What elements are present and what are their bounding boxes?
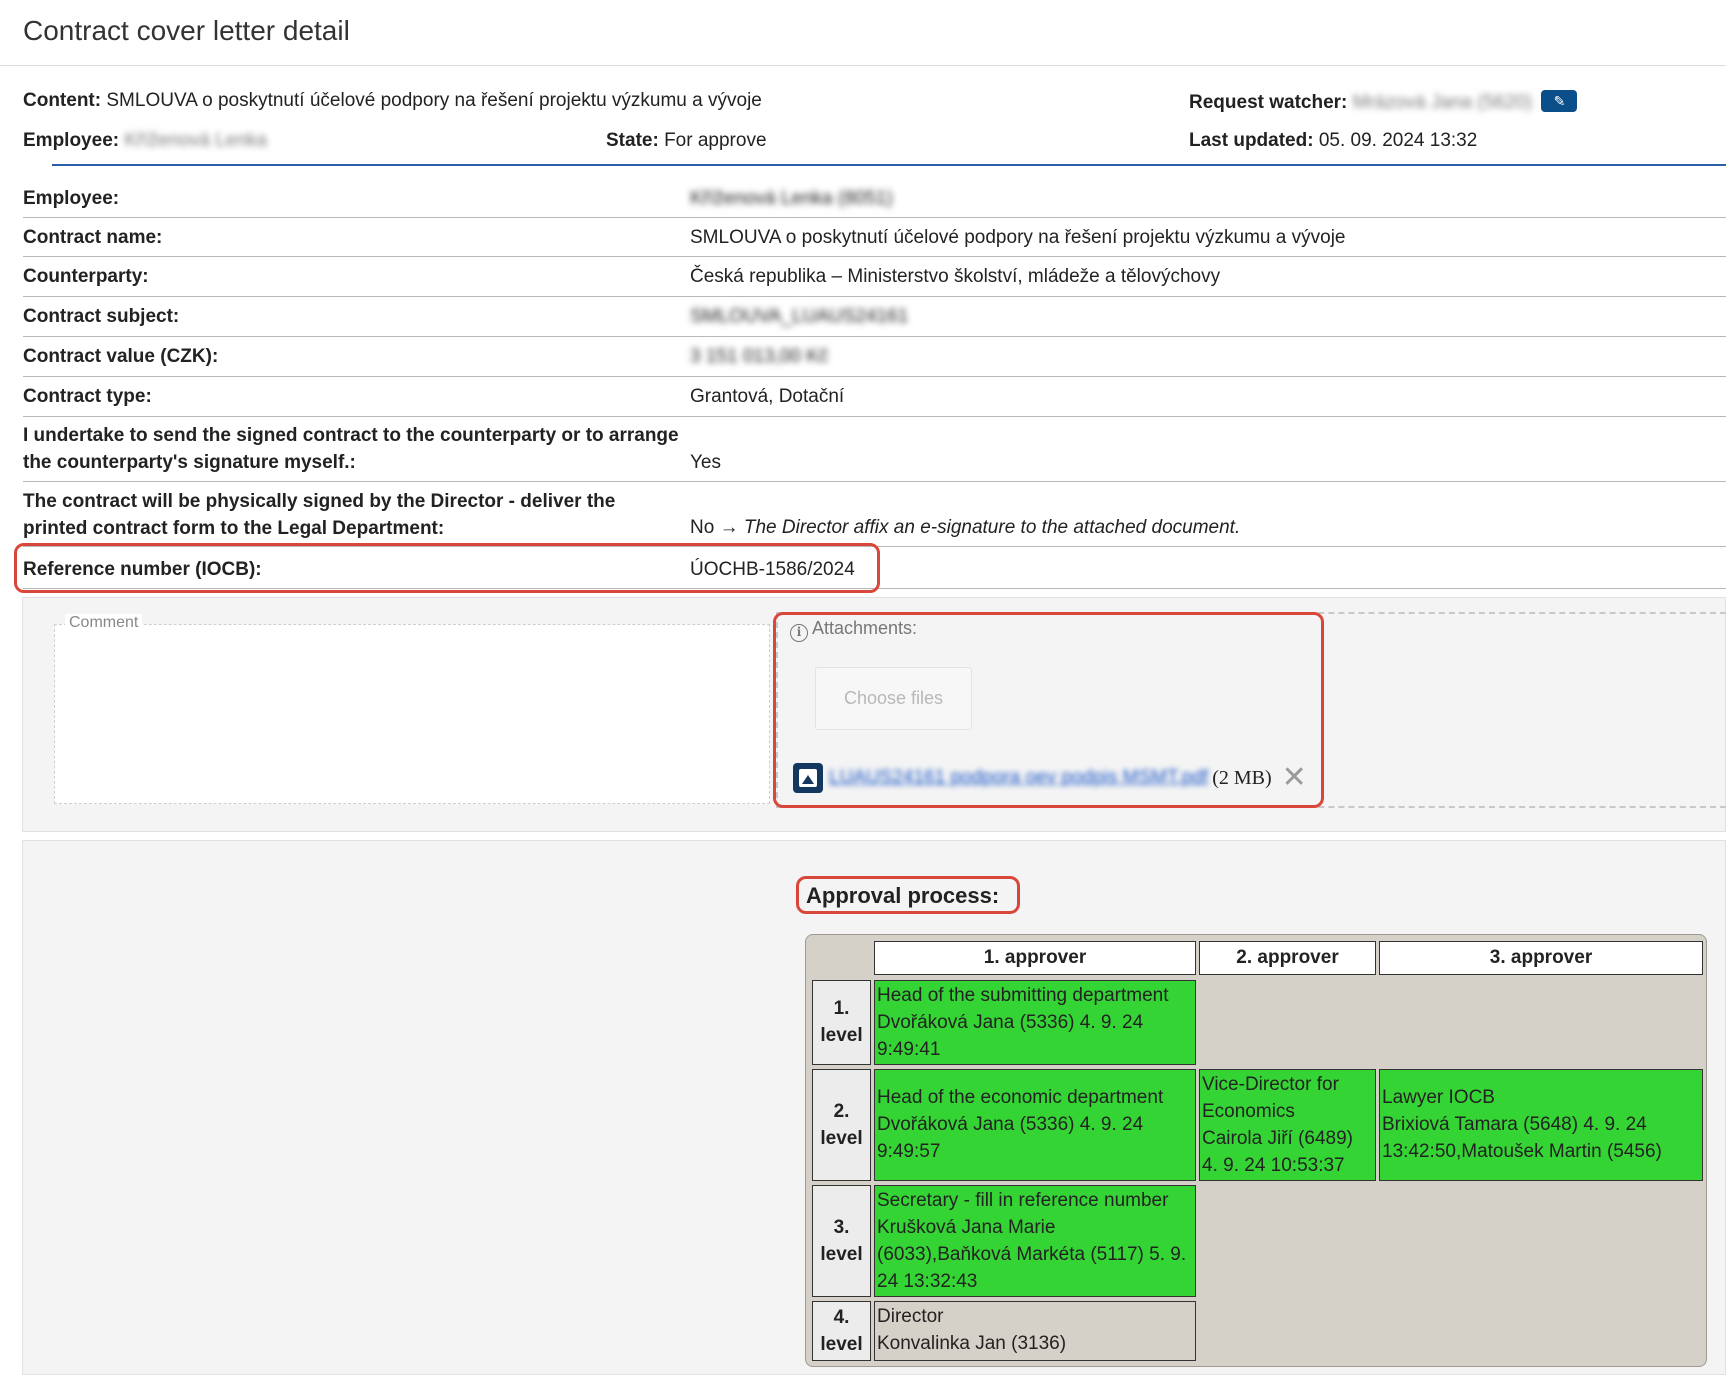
level-word: level	[820, 1128, 863, 1149]
detail-value: SMLOUVA o poskytnutí účelové podpory na …	[690, 227, 1346, 248]
detail-row-counterparty: Counterparty: Česká republika – Minister…	[23, 257, 1726, 297]
approval-cell: Secretary - fill in reference number Kru…	[874, 1185, 1196, 1297]
attachments-highlight	[773, 612, 1324, 808]
approval-role: Lawyer IOCB	[1382, 1087, 1495, 1108]
detail-row-physical: The contract will be physically signed b…	[23, 482, 1726, 547]
approval-person: Konvalinka Jan (3136)	[877, 1333, 1067, 1354]
approval-role: Vice-Director for Economics	[1202, 1074, 1339, 1122]
detail-value: No → The Director affix an e-signature t…	[690, 514, 1240, 541]
summary-state-value: For approve	[664, 130, 767, 151]
detail-label: The contract will be physically signed b…	[23, 491, 616, 539]
summary-watcher-label: Request watcher:	[1189, 92, 1348, 113]
detail-value: SMLOUVA_LUAUS24161	[690, 306, 909, 327]
page-title: Contract cover letter detail	[23, 15, 350, 46]
level-number: 4.	[833, 1307, 850, 1328]
approval-role: Head of the submitting department	[877, 985, 1169, 1006]
level-word: level	[820, 1334, 863, 1355]
detail-label: Employee:	[23, 188, 120, 209]
reference-highlight	[14, 543, 880, 593]
comment-legend: Comment	[65, 614, 143, 632]
level-word: level	[820, 1025, 863, 1046]
summary-watcher: Request watcher: Mrázová Jana (5620) ✎	[1189, 90, 1578, 114]
summary-content: Content: SMLOUVA o poskytnutí účelové po…	[23, 90, 762, 112]
detail-value: Yes	[690, 452, 721, 473]
approver-header: 1. approver	[874, 941, 1196, 975]
detail-row-undertake: I undertake to send the signed contract …	[23, 417, 1726, 482]
level-label: 3. level	[812, 1185, 871, 1297]
page-header: Contract cover letter detail	[0, 0, 1726, 66]
approval-person: Krušková Jana Marie (6033),Baňková Marké…	[877, 1217, 1187, 1292]
level-label: 1. level	[812, 980, 871, 1065]
summary-employee: Employee: Kříženová Lenka	[23, 130, 267, 152]
physical-value-prefix: No →	[690, 517, 739, 538]
summary-content-label: Content:	[23, 90, 102, 111]
summary-divider	[52, 164, 1726, 166]
approver-header: 3. approver	[1379, 941, 1703, 975]
detail-label: Contract value (CZK):	[23, 346, 219, 367]
approval-person: Cairola Jiří (6489) 4. 9. 24 10:53:37	[1202, 1128, 1353, 1176]
pencil-icon: ✎	[1553, 93, 1566, 109]
level-label: 4. level	[812, 1301, 871, 1361]
summary-employee-label: Employee:	[23, 130, 120, 151]
approval-cell: Director Konvalinka Jan (3136)	[874, 1301, 1196, 1361]
detail-row-subject: Contract subject: SMLOUVA_LUAUS24161	[23, 297, 1726, 337]
summary-content-value: SMLOUVA o poskytnutí účelové podpory na …	[106, 90, 762, 111]
level-label: 2. level	[812, 1069, 871, 1181]
level-number: 2.	[833, 1101, 850, 1122]
approval-title-highlight	[796, 876, 1020, 914]
level-number: 1.	[833, 998, 850, 1019]
approver-header: 2. approver	[1199, 941, 1376, 975]
approval-cell: Head of the economic department Dvořákov…	[874, 1069, 1196, 1181]
detail-row-contract-name: Contract name: SMLOUVA o poskytnutí účel…	[23, 218, 1726, 257]
detail-value: Kříženová Lenka (8051)	[690, 188, 893, 209]
detail-value: Grantová, Dotační	[690, 386, 845, 407]
detail-label: Contract subject:	[23, 306, 180, 327]
edit-watcher-button[interactable]: ✎	[1541, 90, 1578, 112]
detail-label: Contract name:	[23, 227, 163, 248]
summary-watcher-value: Mrázová Jana (5620)	[1352, 92, 1533, 113]
approval-person: Dvořáková Jana (5336) 4. 9. 24 9:49:41	[877, 1012, 1144, 1060]
summary-state-label: State:	[606, 130, 659, 151]
approval-table: 1. approver 2. approver 3. approver 1. l…	[805, 934, 1707, 1367]
physical-value-note: The Director affix an e-signature to the…	[743, 517, 1241, 538]
detail-row-employee: Employee: Kříženová Lenka (8051)	[23, 183, 1726, 218]
approval-role: Head of the economic department	[877, 1087, 1164, 1108]
summary-updated: Last updated: 05. 09. 2024 13:32	[1189, 130, 1477, 152]
summary-employee-value: Kříženová Lenka	[124, 130, 267, 151]
level-number: 3.	[833, 1217, 850, 1238]
approval-person: Brixiová Tamara (5648) 4. 9. 24 13:42:50…	[1382, 1114, 1662, 1162]
approval-role: Secretary - fill in reference number	[877, 1190, 1169, 1211]
detail-label: Counterparty:	[23, 266, 149, 287]
approval-cell: Head of the submitting department Dvořák…	[874, 980, 1196, 1065]
summary-state: State: For approve	[606, 130, 767, 152]
summary-updated-label: Last updated:	[1189, 130, 1314, 151]
summary-updated-value: 05. 09. 2024 13:32	[1318, 130, 1478, 151]
detail-value: 3 151 013,00 Kč	[690, 346, 829, 367]
approval-person: Dvořáková Jana (5336) 4. 9. 24 9:49:57	[877, 1114, 1144, 1162]
approval-cell: Vice-Director for Economics Cairola Jiří…	[1199, 1069, 1376, 1181]
level-word: level	[820, 1244, 863, 1265]
detail-row-type: Contract type: Grantová, Dotační	[23, 377, 1726, 417]
comment-textarea[interactable]: Comment	[54, 614, 770, 804]
detail-value: Česká republika – Ministerstvo školství,…	[690, 266, 1221, 287]
approval-cell: Lawyer IOCB Brixiová Tamara (5648) 4. 9.…	[1379, 1069, 1703, 1181]
detail-label: I undertake to send the signed contract …	[23, 425, 679, 473]
detail-label: Contract type:	[23, 386, 152, 407]
detail-row-value: Contract value (CZK): 3 151 013,00 Kč	[23, 337, 1726, 377]
approval-role: Director	[877, 1306, 944, 1327]
